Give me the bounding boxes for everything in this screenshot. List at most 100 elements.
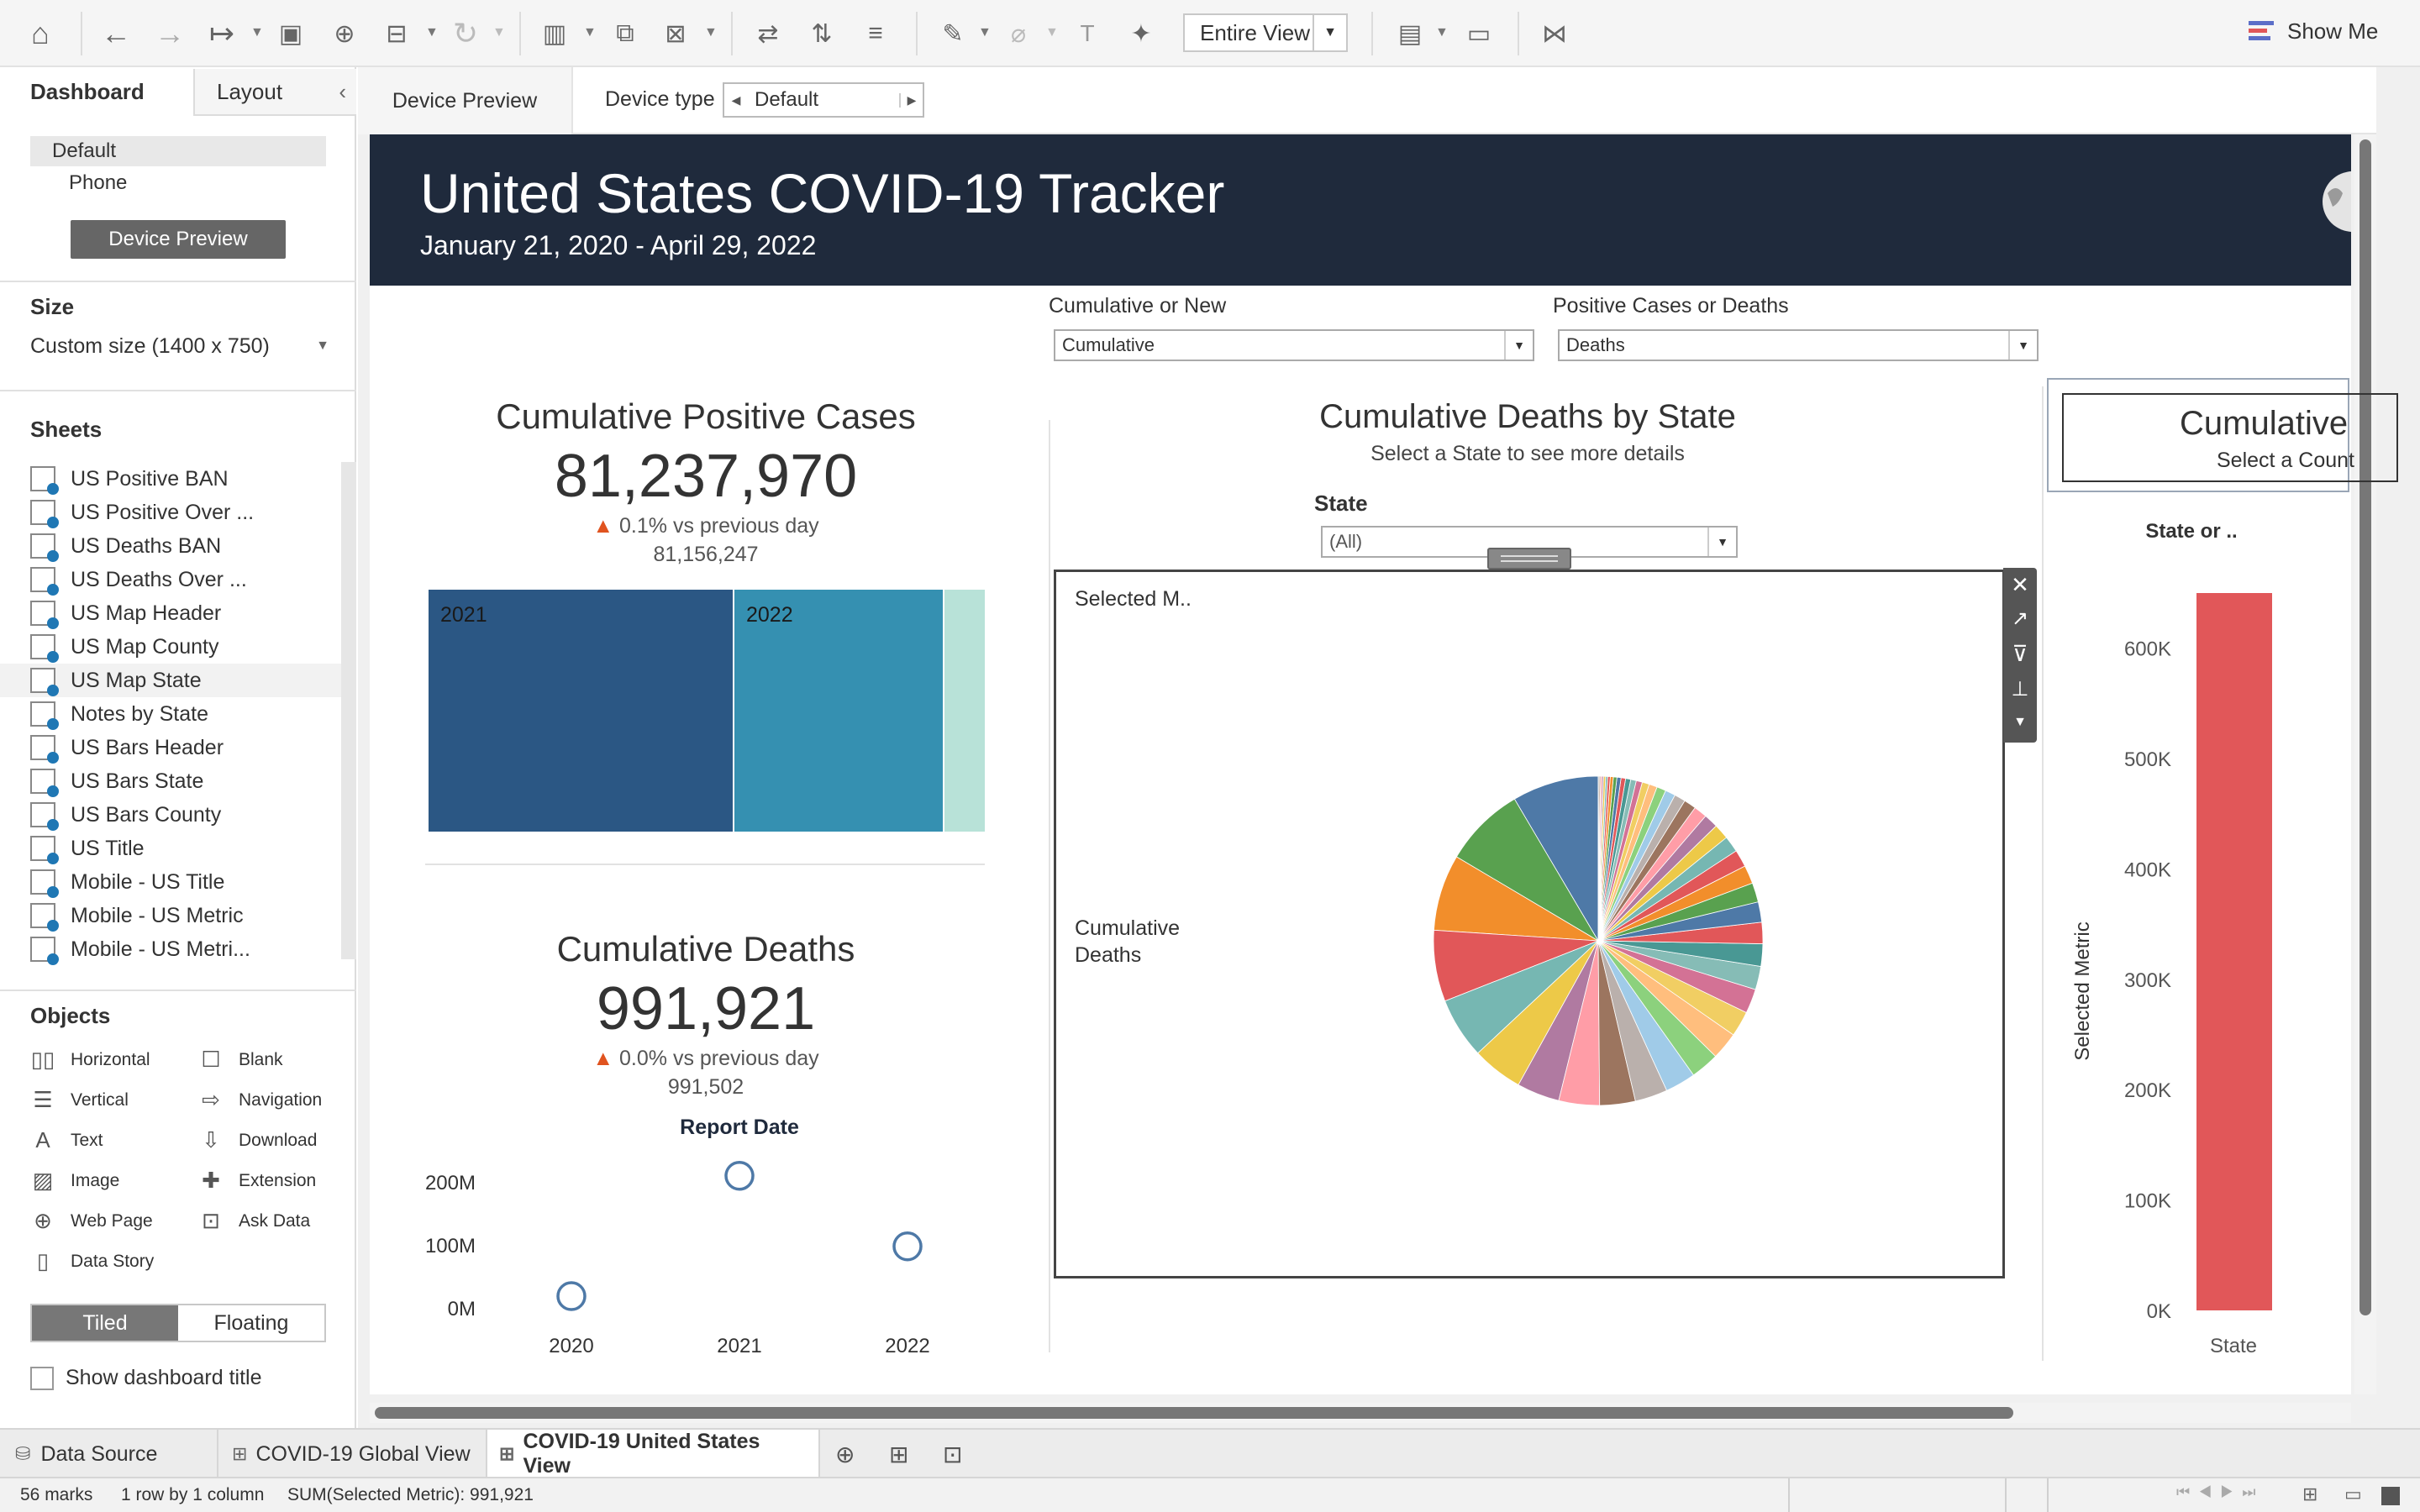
chevron-down-icon[interactable]: ▼ <box>425 25 439 40</box>
open-external-icon[interactable]: ↗ <box>2003 601 2037 635</box>
chevron-left-icon[interactable]: ◀ <box>724 93 748 108</box>
new-story-icon[interactable]: ⊡ <box>931 1430 981 1478</box>
object-download[interactable]: ⇩ Download <box>198 1127 317 1153</box>
highlight-icon[interactable]: ✎ <box>933 13 973 54</box>
new-worksheet-icon[interactable]: ⊕ <box>823 1430 874 1478</box>
chevron-right-icon[interactable]: ▶ <box>899 92 923 108</box>
object-extension[interactable]: ✚ Extension <box>198 1168 316 1194</box>
dashboard-vertical-scrollbar[interactable] <box>2354 134 2376 1394</box>
sheet-item[interactable]: Mobile - US Title <box>30 865 341 899</box>
sheets-scrollbar[interactable] <box>341 462 356 959</box>
show-title-checkbox[interactable]: Show dashboard title <box>30 1366 261 1390</box>
fit-icon[interactable]: ▤ <box>1390 13 1430 54</box>
tab-dashboard[interactable]: Dashboard <box>0 69 193 116</box>
treemap-cell-2022[interactable]: 2022 <box>734 590 944 832</box>
object-blank[interactable]: ☐ Blank <box>198 1047 282 1073</box>
chevron-down-icon[interactable]: ▼ <box>978 25 992 40</box>
device-item-phone[interactable]: Phone <box>69 168 127 198</box>
object-data-story[interactable]: ▯ Data Story <box>30 1248 154 1274</box>
selected-sheet-container[interactable]: Selected M.. Cumulative Deaths <box>1054 570 2005 1278</box>
collapse-icon[interactable]: ‹ <box>339 79 346 105</box>
floating-button[interactable]: Floating <box>178 1305 324 1341</box>
sheet-item[interactable]: US Positive BAN <box>30 462 341 496</box>
tab-global-view[interactable]: ⊞ COVID-19 Global View <box>220 1430 487 1478</box>
chevron-down-icon[interactable]: ▼ <box>2003 706 2037 739</box>
sheet-item[interactable]: Mobile - US Metri... <box>30 932 341 966</box>
state-pie-chart[interactable] <box>1426 769 1770 1113</box>
device-item-default[interactable]: Default <box>30 136 326 166</box>
sheet-item[interactable]: US Map Header <box>30 596 341 630</box>
label-icon[interactable]: T <box>1067 13 1107 54</box>
object-ask-data[interactable]: ⊡ Ask Data <box>198 1208 310 1234</box>
scatter-point[interactable] <box>556 1281 587 1311</box>
pin-icon[interactable]: ✦ <box>1121 13 1161 54</box>
state-bar-chart[interactable]: State or .. 600K 500K 400K 300K 200K 100K 0K Sel… <box>2050 521 2349 1361</box>
new-worksheet-icon[interactable]: ▥ <box>534 13 575 54</box>
treemap-cell[interactable] <box>944 590 985 832</box>
new-dashboard-icon[interactable]: ⊞ <box>877 1430 928 1478</box>
home-icon[interactable]: ⌂ <box>20 13 60 54</box>
group-icon[interactable]: ⌀ <box>998 13 1039 54</box>
tab-layout[interactable]: Layout ‹ <box>193 69 356 116</box>
metric-filter-select[interactable]: Deaths ▼ <box>1558 329 2039 361</box>
sheet-item[interactable]: US Deaths BAN <box>30 529 341 563</box>
chevron-down-icon[interactable]: ▼ <box>492 25 506 40</box>
object-web-page[interactable]: ⊕ Web Page <box>30 1208 153 1234</box>
close-icon[interactable]: ✕ <box>2003 568 2037 601</box>
chevron-down-icon[interactable]: ▼ <box>583 25 597 40</box>
sort-desc-icon[interactable]: ≡ <box>855 13 896 54</box>
grid-view-icon[interactable]: ⊞ <box>2302 1483 2317 1505</box>
filter-icon[interactable]: ⊽ <box>2003 635 2037 672</box>
sheet-item[interactable]: US Positive Over ... <box>30 496 341 529</box>
share-icon[interactable]: ⋈ <box>1534 13 1575 54</box>
chevron-down-icon[interactable]: ▼ <box>704 25 718 40</box>
cumulative-filter-select[interactable]: Cumulative ▼ <box>1054 329 1534 361</box>
undo-icon[interactable]: ← <box>96 13 136 54</box>
pause-icon[interactable]: ⊟ <box>376 13 417 54</box>
object-image[interactable]: ▨ Image <box>30 1168 120 1194</box>
device-type-select[interactable]: ◀ Default ▶ <box>723 82 924 118</box>
pin-icon[interactable]: ⊥ <box>2003 672 2037 706</box>
chevron-down-icon[interactable]: ▼ <box>1435 25 1449 40</box>
clear-icon[interactable]: ⊠ <box>655 13 696 54</box>
scroll-thumb[interactable] <box>2360 139 2371 1315</box>
treemap-cell-2021[interactable]: 2021 <box>429 590 734 832</box>
presentation-icon[interactable]: ▭ <box>1459 13 1499 54</box>
sheet-item[interactable]: US Map County <box>30 630 341 664</box>
forward-icon[interactable]: ↦ <box>202 13 242 54</box>
scroll-thumb[interactable] <box>375 1407 2013 1419</box>
page-navigation[interactable]: ⏮◀▶⏭ <box>2176 1483 2265 1501</box>
sheet-item[interactable]: US Bars County <box>30 798 341 832</box>
device-preview-tab[interactable]: Device Preview <box>358 67 573 134</box>
bar[interactable] <box>2196 593 2272 1310</box>
positive-cases-treemap[interactable]: 2021 2022 <box>429 590 985 832</box>
refresh-icon[interactable]: ↻ <box>445 13 486 54</box>
object-text[interactable]: A Text <box>30 1127 103 1153</box>
object-navigation[interactable]: ⇨ Navigation <box>198 1087 322 1113</box>
scatter-point[interactable] <box>724 1161 755 1191</box>
save-icon[interactable]: ▣ <box>271 13 311 54</box>
object-horizontal[interactable]: ▯▯ Horizontal <box>30 1047 150 1073</box>
tabs-view-icon[interactable] <box>2381 1487 2400 1505</box>
sort-asc-icon[interactable]: ⇅ <box>802 13 842 54</box>
tiled-button[interactable]: Tiled <box>32 1305 178 1341</box>
redo-icon[interactable]: → <box>150 13 190 54</box>
sheet-item[interactable]: Mobile - US Metric <box>30 899 341 932</box>
swap-icon[interactable]: ⇄ <box>748 13 788 54</box>
sheet-item[interactable]: US Bars State <box>30 764 341 798</box>
chevron-down-icon[interactable]: ▼ <box>250 25 264 40</box>
sheet-item[interactable]: Notes by State <box>30 697 341 731</box>
sheet-item[interactable]: US Title <box>30 832 341 865</box>
scatter-point[interactable] <box>892 1231 923 1262</box>
report-date-scatter-chart[interactable]: Report Date 200M 100M 0M 2020 2021 2022 <box>412 1105 983 1374</box>
tab-us-view[interactable]: ⊞ COVID-19 United States View <box>487 1430 820 1478</box>
new-datasource-icon[interactable]: ⊕ <box>324 13 365 54</box>
drag-handle[interactable] <box>1487 548 1571 570</box>
duplicate-icon[interactable]: ⧉ <box>605 13 645 54</box>
filmstrip-view-icon[interactable]: ▭ <box>2344 1483 2362 1505</box>
tab-data-source[interactable]: ⛁ Data Source <box>0 1430 218 1478</box>
dashboard-horizontal-scrollbar[interactable] <box>370 1403 2351 1423</box>
chevron-down-icon[interactable]: ▼ <box>1045 25 1059 40</box>
show-me-button[interactable]: Show Me <box>2249 18 2378 45</box>
sheet-item[interactable]: US Bars Header <box>30 731 341 764</box>
